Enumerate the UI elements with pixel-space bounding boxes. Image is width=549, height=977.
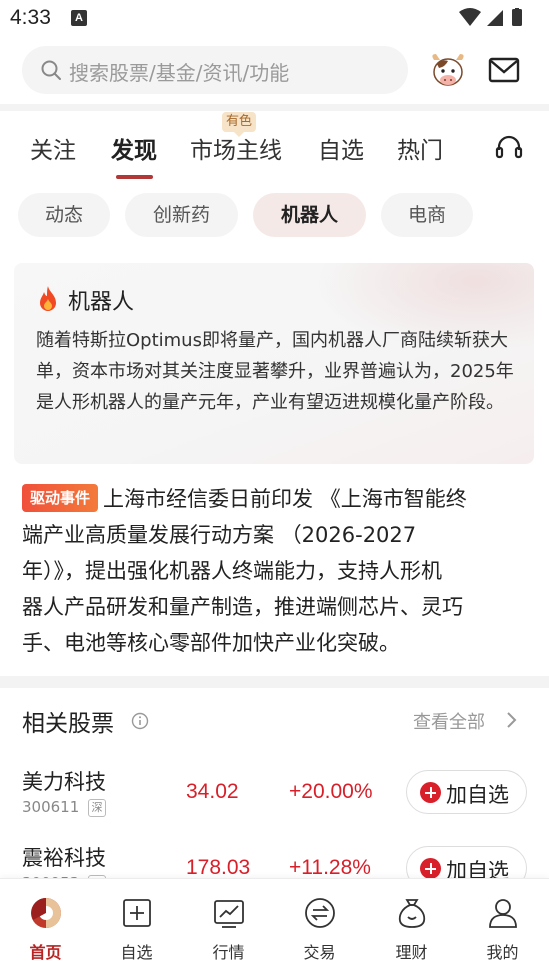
nav-watchlist[interactable]: 自选 — [91, 879, 182, 977]
bottom-nav: 首页 自选 行情 交易 理财 我的 — [0, 878, 549, 977]
nav-label: 我的 — [486, 943, 519, 962]
trade-icon — [305, 898, 335, 928]
info-icon[interactable] — [131, 712, 149, 730]
home-icon — [31, 898, 61, 928]
nav-trade[interactable]: 交易 — [274, 879, 365, 977]
driver-event-line-5: 手、电池等核心零部件加快产业化突破。 — [22, 631, 400, 655]
tab-watchlist[interactable]: 自选 — [318, 131, 364, 165]
nav-label: 行情 — [212, 943, 245, 962]
search-row: 搜索股票/基金/资讯/功能 — [0, 40, 549, 102]
divider — [0, 104, 549, 111]
nav-home[interactable]: 首页 — [0, 879, 91, 977]
driver-event-line-4: 器人产品研发和量产制造，推进端侧芯片、灵巧 — [22, 595, 463, 619]
chip-ecommerce[interactable]: 电商 — [381, 193, 473, 237]
driver-event[interactable]: 驱动事件 上海市经信委日前印发 《上海市智能终 端产业高质量发展行动方案 （202… — [22, 481, 530, 661]
plus-icon — [420, 858, 441, 879]
tab-badge: 有色 — [222, 112, 257, 137]
status-bar: 4:33 A — [0, 0, 549, 38]
watchlist-icon — [123, 899, 151, 927]
signal-battery-icon — [459, 8, 522, 26]
topic-description: 随着特斯拉Optimus即将量产，国内机器人厂商陆续斩获大单，资本市场对其关注度… — [36, 330, 514, 413]
market-badge: 深 — [88, 799, 106, 817]
driver-event-badge: 驱动事件 — [22, 484, 99, 512]
add-watchlist-button[interactable]: 加自选 — [406, 770, 527, 814]
active-tab-indicator — [116, 175, 153, 179]
tab-discover[interactable]: 发现 — [111, 131, 157, 165]
mail-icon[interactable] — [488, 54, 520, 86]
stock-change: +20.00% — [289, 780, 373, 803]
nav-label: 交易 — [303, 943, 336, 962]
chip-dynamic[interactable]: 动态 — [18, 193, 110, 237]
driver-event-line-2: 端产业高质量发展行动方案 （2026-2027 — [22, 523, 417, 547]
top-tabs: 关注 发现 有色 市场主线 自选 热门 — [0, 111, 549, 183]
stock-change: +11.28% — [289, 856, 371, 879]
chevron-right-icon[interactable] — [504, 711, 518, 729]
stock-price: 178.03 — [186, 856, 251, 879]
headset-icon[interactable] — [494, 132, 524, 162]
plus-icon — [420, 782, 441, 803]
nav-label: 首页 — [29, 943, 62, 962]
driver-event-text-1: 上海市经信委日前印发 《上海市智能终 — [103, 487, 467, 511]
topic-title: 机器人 — [68, 290, 135, 315]
nav-wealth[interactable]: 理财 — [366, 879, 457, 977]
nav-market[interactable]: 行情 — [183, 879, 274, 977]
stock-code: 300611 — [22, 798, 80, 816]
tab-market-theme[interactable]: 市场主线 — [190, 131, 282, 165]
search-placeholder: 搜索股票/基金/资讯/功能 — [69, 61, 290, 85]
tab-follow[interactable]: 关注 — [30, 131, 76, 165]
divider — [0, 676, 549, 688]
search-icon — [41, 60, 61, 80]
tab-overflow-fade — [467, 111, 489, 183]
notification-a-icon: A — [71, 10, 87, 26]
related-stocks-title: 相关股票 — [22, 711, 114, 737]
cow-mascot-icon[interactable] — [428, 48, 468, 92]
see-all-link[interactable]: 查看全部 — [413, 708, 485, 734]
driver-event-line-3: 年）》，提出强化机器人终端能力，支持人形机 — [22, 559, 442, 583]
tab-hot[interactable]: 热门 — [397, 131, 443, 165]
nav-label: 自选 — [120, 943, 153, 962]
market-icon — [214, 900, 244, 928]
chip-innovative-drugs[interactable]: 创新药 — [125, 193, 238, 237]
fire-icon — [40, 286, 56, 311]
related-stocks-header: 相关股票 查看全部 — [0, 688, 549, 752]
nav-profile[interactable]: 我的 — [457, 879, 548, 977]
stock-price: 34.02 — [186, 780, 239, 803]
driver-event-line-1: 驱动事件 上海市经信委日前印发 《上海市智能终 — [22, 481, 530, 517]
status-time: 4:33 — [10, 6, 51, 29]
stock-row[interactable]: 美力科技 300611 深 34.02 +20.00% 加自选 — [0, 756, 549, 832]
add-watchlist-label: 加自选 — [446, 783, 509, 807]
nav-label: 理财 — [395, 943, 428, 962]
profile-icon — [489, 899, 517, 928]
wealth-icon — [398, 899, 426, 928]
stock-name: 美力科技 — [22, 770, 106, 794]
search-input[interactable]: 搜索股票/基金/资讯/功能 — [22, 46, 408, 94]
sector-chips: 动态 创新药 机器人 电商 — [0, 193, 549, 239]
topic-card: 机器人 随着特斯拉Optimus即将量产，国内机器人厂商陆续斩获大单，资本市场对… — [14, 263, 534, 464]
chip-robotics[interactable]: 机器人 — [253, 193, 366, 237]
stock-name: 震裕科技 — [22, 846, 106, 870]
